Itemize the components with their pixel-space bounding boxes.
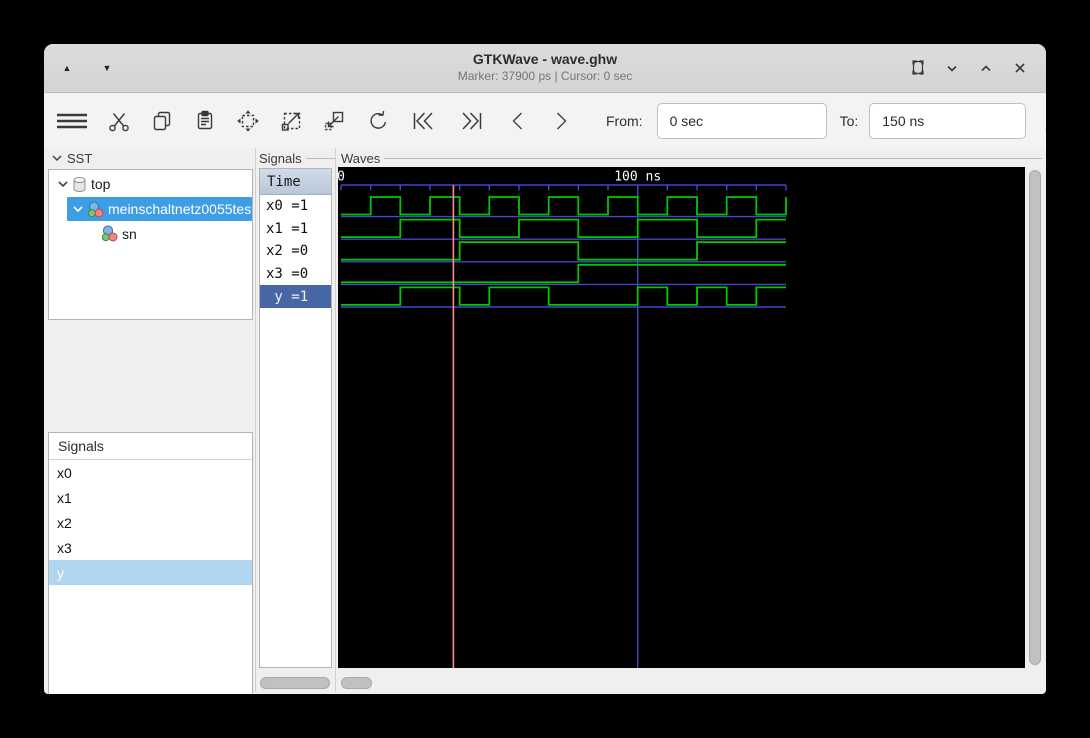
- tree-node-testbench[interactable]: meinschaltnetz0055testbench: [67, 197, 252, 221]
- zoom-in-icon[interactable]: [279, 109, 303, 133]
- svg-text:0: 0: [338, 170, 345, 185]
- gtkwave-window: ▲ ▼ GTKWave - wave.ghw Marker: 37900 ps …: [44, 44, 1046, 694]
- signal-values-panel: Time x0 =1 x1 =1 x2 =0 x3 =0 y =1: [259, 168, 332, 668]
- scroll-up-icon[interactable]: ▲: [58, 59, 76, 77]
- close-icon[interactable]: [1010, 58, 1030, 78]
- waveform-display[interactable]: 0 100 ns: [338, 167, 1025, 668]
- to-input[interactable]: [869, 103, 1027, 139]
- waves-horizontal-scrollbar[interactable]: [341, 677, 372, 689]
- module-spheres-icon: [87, 201, 104, 218]
- cut-icon[interactable]: [107, 109, 131, 133]
- sst-expander-icon[interactable]: [51, 152, 63, 164]
- signal-list-item-x1[interactable]: x1: [49, 485, 252, 510]
- signals-column-header[interactable]: Signals: [49, 433, 252, 460]
- signal-value-row-x2[interactable]: x2 =0: [260, 240, 331, 263]
- titlebar: ▲ ▼ GTKWave - wave.ghw Marker: 37900 ps …: [44, 44, 1046, 93]
- chevron-down-icon[interactable]: [942, 58, 962, 78]
- main-content: SST top meinschaltnetz0055testbench: [44, 148, 1046, 694]
- signals-frame-label: Signals: [259, 150, 335, 166]
- waves-frame-label: Waves: [341, 150, 1042, 166]
- time-header[interactable]: Time: [260, 169, 331, 195]
- zoom-out-icon[interactable]: [322, 109, 346, 133]
- from-input[interactable]: [656, 103, 827, 139]
- svg-text:100 ns: 100 ns: [614, 170, 661, 185]
- to-start-icon[interactable]: [408, 109, 438, 133]
- prev-edge-icon[interactable]: [506, 109, 530, 133]
- toolbar: From: To:: [44, 94, 1046, 148]
- next-edge-icon[interactable]: [549, 109, 573, 133]
- to-end-icon[interactable]: [457, 109, 487, 133]
- signal-value-row-x3[interactable]: x3 =0: [260, 263, 331, 286]
- menu-icon[interactable]: [56, 109, 88, 133]
- pane-separator-left[interactable]: [255, 148, 256, 692]
- zoom-fit-icon[interactable]: [236, 109, 260, 133]
- tree-node-top[interactable]: top: [49, 170, 252, 195]
- expander-icon[interactable]: [71, 202, 85, 216]
- signal-value-row-y[interactable]: y =1: [260, 285, 331, 308]
- horizontal-scrollbar-strip: [44, 670, 1046, 694]
- to-label: To:: [839, 113, 859, 129]
- reload-icon[interactable]: [1041, 109, 1046, 133]
- sst-tree: top meinschaltnetz0055testbench sn: [48, 169, 253, 320]
- tree-node-sn[interactable]: sn: [49, 221, 252, 246]
- scope-cylinder-icon: [72, 176, 87, 193]
- marker-cursor-status: Marker: 37900 ps | Cursor: 0 sec: [457, 69, 633, 83]
- pane-separator-right[interactable]: [335, 148, 336, 692]
- window-title: GTKWave - wave.ghw: [472, 51, 618, 67]
- signal-list-item-x2[interactable]: x2: [49, 510, 252, 535]
- waves-vertical-scrollbar[interactable]: [1026, 167, 1044, 668]
- signal-list-item-x3[interactable]: x3: [49, 535, 252, 560]
- expander-icon[interactable]: [56, 177, 70, 191]
- sst-signals-list: Signals x0 x1 x2 x3 y: [48, 432, 253, 694]
- signal-value-row-x0[interactable]: x0 =1: [260, 195, 331, 218]
- module-spheres-icon: [101, 225, 118, 242]
- scrollbar-thumb[interactable]: [1029, 170, 1041, 665]
- signal-list-item-y[interactable]: y: [49, 560, 252, 585]
- signals-horizontal-scrollbar[interactable]: [260, 677, 330, 689]
- signal-value-row-x1[interactable]: x1 =1: [260, 218, 331, 241]
- undo-icon[interactable]: [365, 109, 389, 133]
- sst-frame-label: SST: [51, 150, 92, 166]
- copy-icon[interactable]: [150, 109, 174, 133]
- from-label: From:: [606, 113, 643, 129]
- desktop-background: { "titlebar": { "title": "GTKWave - wave…: [0, 0, 1090, 738]
- chevron-up-icon[interactable]: [976, 58, 996, 78]
- scroll-down-icon[interactable]: ▼: [98, 59, 116, 77]
- signal-list-item-x0[interactable]: x0: [49, 460, 252, 485]
- paste-icon[interactable]: [193, 109, 217, 133]
- fit-window-icon[interactable]: [908, 58, 928, 78]
